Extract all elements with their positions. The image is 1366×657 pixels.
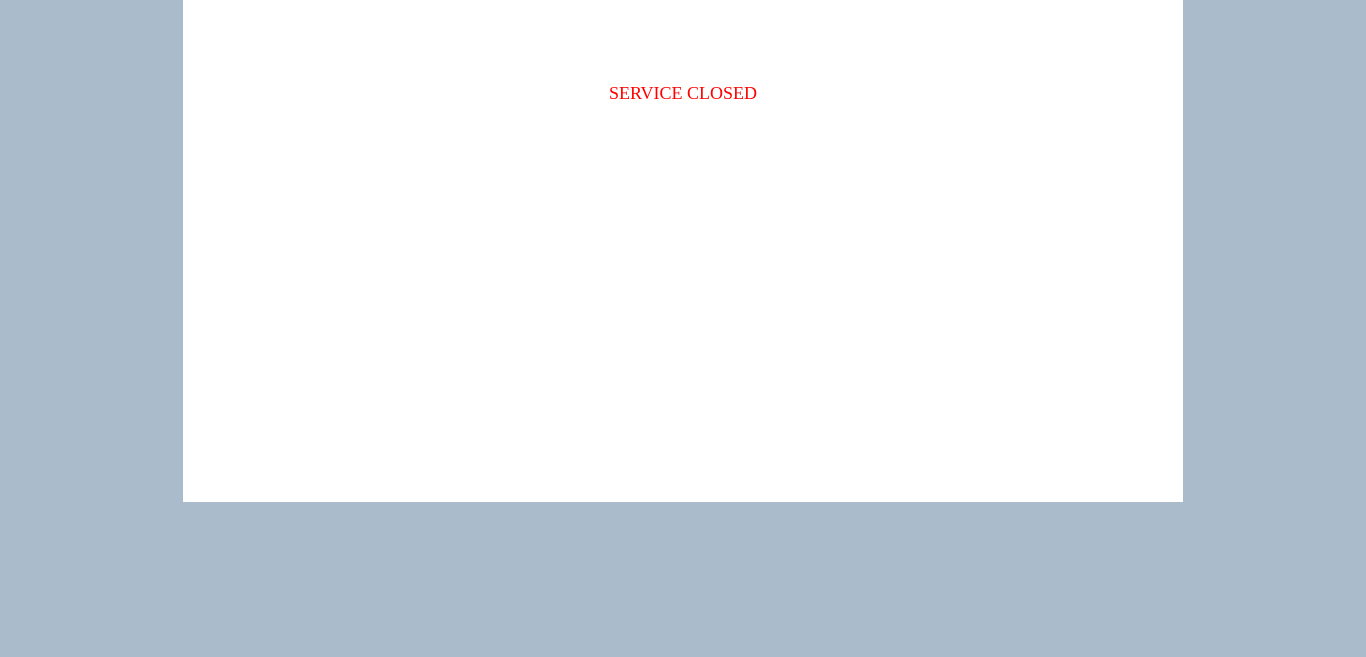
content-panel: SERVICE CLOSED bbox=[183, 0, 1183, 502]
service-closed-message: SERVICE CLOSED bbox=[608, 83, 758, 103]
